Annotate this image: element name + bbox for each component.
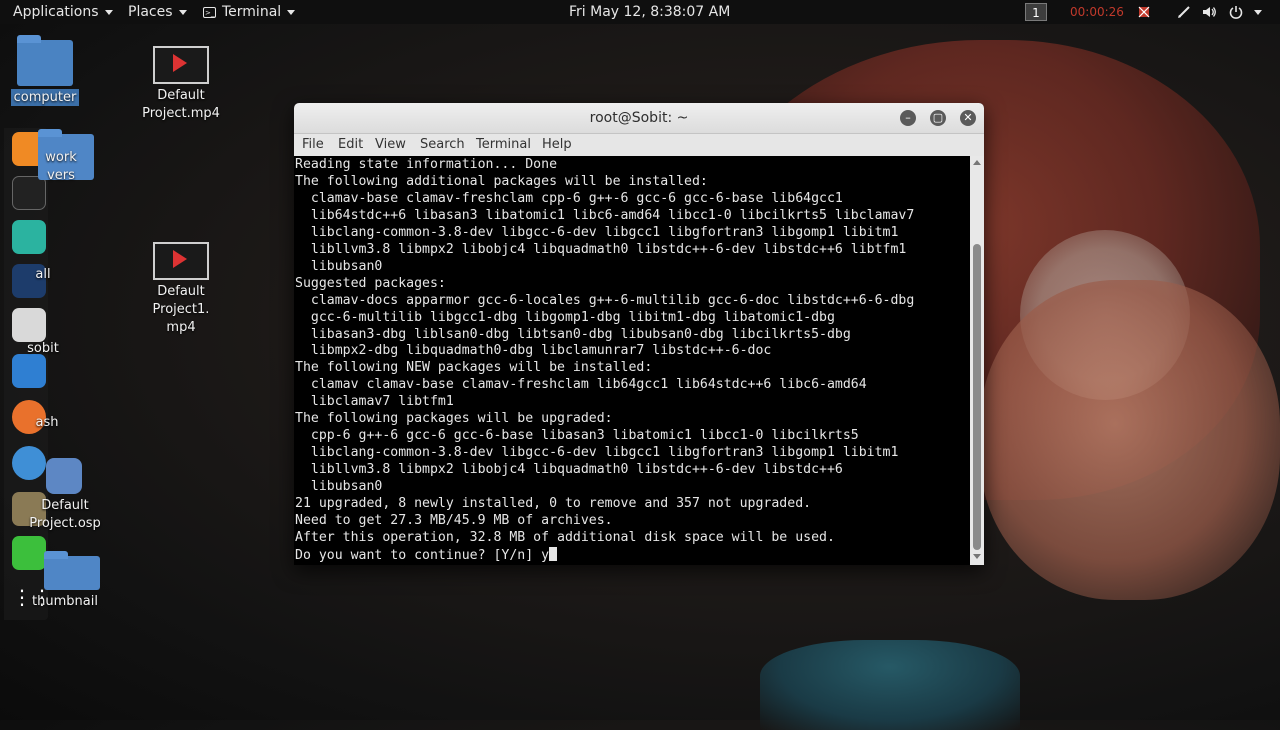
desktop-icon-label: all bbox=[35, 267, 51, 282]
places-menu[interactable]: Places bbox=[128, 0, 187, 24]
terminal-window[interactable]: root@Sobit: ~ – ▢ ✕ File Edit View Searc… bbox=[294, 103, 984, 565]
places-label: Places bbox=[128, 4, 173, 20]
terminal-menu-label: Terminal bbox=[222, 4, 282, 20]
terminal-output-lines: Reading state information... Done The fo… bbox=[295, 157, 914, 545]
terminal-line: Reading state information... Done bbox=[295, 157, 558, 172]
desktop-icon-all[interactable]: all bbox=[0, 266, 88, 284]
terminal-scrollbar[interactable] bbox=[970, 156, 984, 565]
desktop-icon-label: thumbnail bbox=[32, 594, 98, 609]
terminal-line: cpp-6 g++-6 gcc-6 gcc-6-base libasan3 li… bbox=[295, 428, 859, 444]
terminal-menubar: File Edit View Search Terminal Help bbox=[294, 134, 984, 156]
clock[interactable]: Fri May 12, 8:38:07 AM bbox=[569, 0, 730, 24]
chevron-down-icon bbox=[178, 9, 187, 15]
terminal-line: libclang-common-3.8-dev libgcc-6-dev lib… bbox=[295, 445, 899, 461]
terminal-line: libubsan0 bbox=[295, 479, 383, 495]
terminal-output-area[interactable]: Reading state information... Done The fo… bbox=[294, 156, 970, 565]
terminal-line: lib64stdc++6 libasan3 libatomic1 libc6-a… bbox=[295, 207, 915, 223]
menu-search[interactable]: Search bbox=[420, 134, 465, 156]
applications-menu[interactable]: Applications bbox=[13, 0, 113, 24]
wallpaper-overalls-shape bbox=[760, 640, 1020, 730]
terminal-line: libasan3-dbg liblsan0-dbg libtsan0-dbg l… bbox=[295, 326, 851, 342]
menu-terminal[interactable]: Terminal bbox=[476, 134, 531, 156]
text-cursor bbox=[549, 546, 558, 561]
terminal-line: clamav-docs apparmor gcc-6-locales g++-6… bbox=[295, 292, 915, 308]
power-icon[interactable] bbox=[1228, 4, 1244, 20]
terminal-line: The following packages will be upgraded: bbox=[295, 411, 613, 427]
record-stop-icon[interactable] bbox=[1136, 4, 1152, 20]
desktop-icon-default-project1-mp4[interactable]: Default Project1. mp4 bbox=[136, 242, 226, 337]
terminal-line: libllvm3.8 libmpx2 libobjc4 libquadmath0… bbox=[295, 241, 907, 257]
dock-disk-utility-icon[interactable] bbox=[12, 308, 46, 342]
terminal-app-menu[interactable]: >_ Terminal bbox=[203, 0, 296, 24]
desktop-icon-sobit[interactable]: sobit bbox=[0, 340, 88, 358]
menu-help[interactable]: Help bbox=[542, 134, 572, 156]
desktop-icon-computer[interactable]: computer bbox=[0, 35, 90, 107]
terminal-line: Suggested packages: bbox=[295, 275, 446, 291]
terminal-line: libubsan0 bbox=[295, 258, 383, 274]
terminal-line: 21 upgraded, 8 newly installed, 0 to rem… bbox=[295, 496, 812, 512]
desktop-icon-label: ash bbox=[35, 415, 59, 430]
chevron-down-icon bbox=[287, 9, 296, 15]
desktop-icon-label: Default Project1. mp4 bbox=[152, 284, 210, 335]
menu-view[interactable]: View bbox=[375, 134, 406, 156]
terminal-output: Reading state information... Done The fo… bbox=[295, 157, 914, 565]
video-file-icon bbox=[153, 242, 209, 280]
video-file-icon bbox=[153, 46, 209, 84]
openshot-project-icon bbox=[46, 458, 82, 494]
terminal-icon: >_ bbox=[203, 6, 216, 18]
dock-user-avatar-app-icon[interactable] bbox=[12, 220, 46, 254]
terminal-line: clamav-base clamav-freshclam cpp-6 g++-6… bbox=[295, 190, 843, 206]
desktop-icon-label: Default Project.mp4 bbox=[142, 88, 220, 121]
close-button[interactable]: ✕ bbox=[960, 110, 976, 126]
desktop-icon-label: Default Project.osp bbox=[29, 498, 101, 531]
window-titlebar[interactable]: root@Sobit: ~ – ▢ ✕ bbox=[294, 103, 984, 134]
folder-icon bbox=[44, 551, 100, 590]
terminal-prompt-line: Do you want to continue? [Y/n] y bbox=[295, 547, 550, 563]
wallpaper-face-shape bbox=[980, 280, 1280, 600]
terminal-line: libclamav7 libtfm1 bbox=[295, 394, 454, 410]
home-folder-icon bbox=[17, 35, 73, 86]
volume-icon[interactable] bbox=[1201, 4, 1217, 20]
top-panel: Applications Places >_ Terminal Fri May 1… bbox=[0, 0, 1280, 24]
terminal-line: libclang-common-3.8-dev libgcc-6-dev lib… bbox=[295, 224, 899, 240]
system-menu-chevron-icon[interactable] bbox=[1254, 10, 1262, 15]
recording-timer: 00:00:26 bbox=[1070, 5, 1124, 19]
applications-label: Applications bbox=[13, 4, 99, 20]
terminal-line: Need to get 27.3 MB/45.9 MB of archives. bbox=[295, 513, 613, 529]
desktop-icon-trash[interactable]: ash bbox=[2, 414, 92, 432]
desktop-icon-label: sobit bbox=[27, 341, 59, 356]
desktop-icon-work-vers[interactable]: work vers bbox=[8, 129, 98, 219]
terminal-line: libllvm3.8 libmpx2 libobjc4 libquadmath0… bbox=[295, 462, 843, 478]
menu-edit[interactable]: Edit bbox=[338, 134, 363, 156]
scrollbar-thumb[interactable] bbox=[973, 244, 981, 550]
dock-camera-icon[interactable] bbox=[12, 354, 46, 388]
scroll-down-arrow-icon[interactable] bbox=[973, 554, 981, 559]
minimize-button[interactable]: – bbox=[900, 110, 916, 126]
pen-icon[interactable] bbox=[1176, 4, 1192, 20]
scroll-up-arrow-icon[interactable] bbox=[973, 160, 981, 165]
desktop-icon-label: computer bbox=[10, 89, 80, 106]
chevron-down-icon bbox=[104, 9, 113, 15]
terminal-line: The following additional packages will b… bbox=[295, 173, 708, 189]
workspace-indicator[interactable]: 1 bbox=[1025, 3, 1047, 21]
terminal-line: The following NEW packages will be insta… bbox=[295, 360, 653, 376]
terminal-line: gcc-6-multilib libgcc1-dbg libgomp1-dbg … bbox=[295, 309, 835, 325]
terminal-line: libmpx2-dbg libquadmath0-dbg libclamunra… bbox=[295, 343, 772, 359]
terminal-line: After this operation, 32.8 MB of additio… bbox=[295, 529, 835, 545]
menu-file[interactable]: File bbox=[302, 134, 324, 156]
window-title: root@Sobit: ~ bbox=[589, 110, 689, 126]
terminal-line: clamav clamav-base clamav-freshclam lib6… bbox=[295, 377, 867, 393]
desktop-icon-default-project-mp4[interactable]: Default Project.mp4 bbox=[136, 46, 226, 123]
desktop-icon-default-project-osp[interactable]: Default Project.osp bbox=[20, 458, 110, 533]
desktop-icon-thumbnail[interactable]: thumbnail bbox=[20, 551, 110, 611]
maximize-button[interactable]: ▢ bbox=[930, 110, 946, 126]
